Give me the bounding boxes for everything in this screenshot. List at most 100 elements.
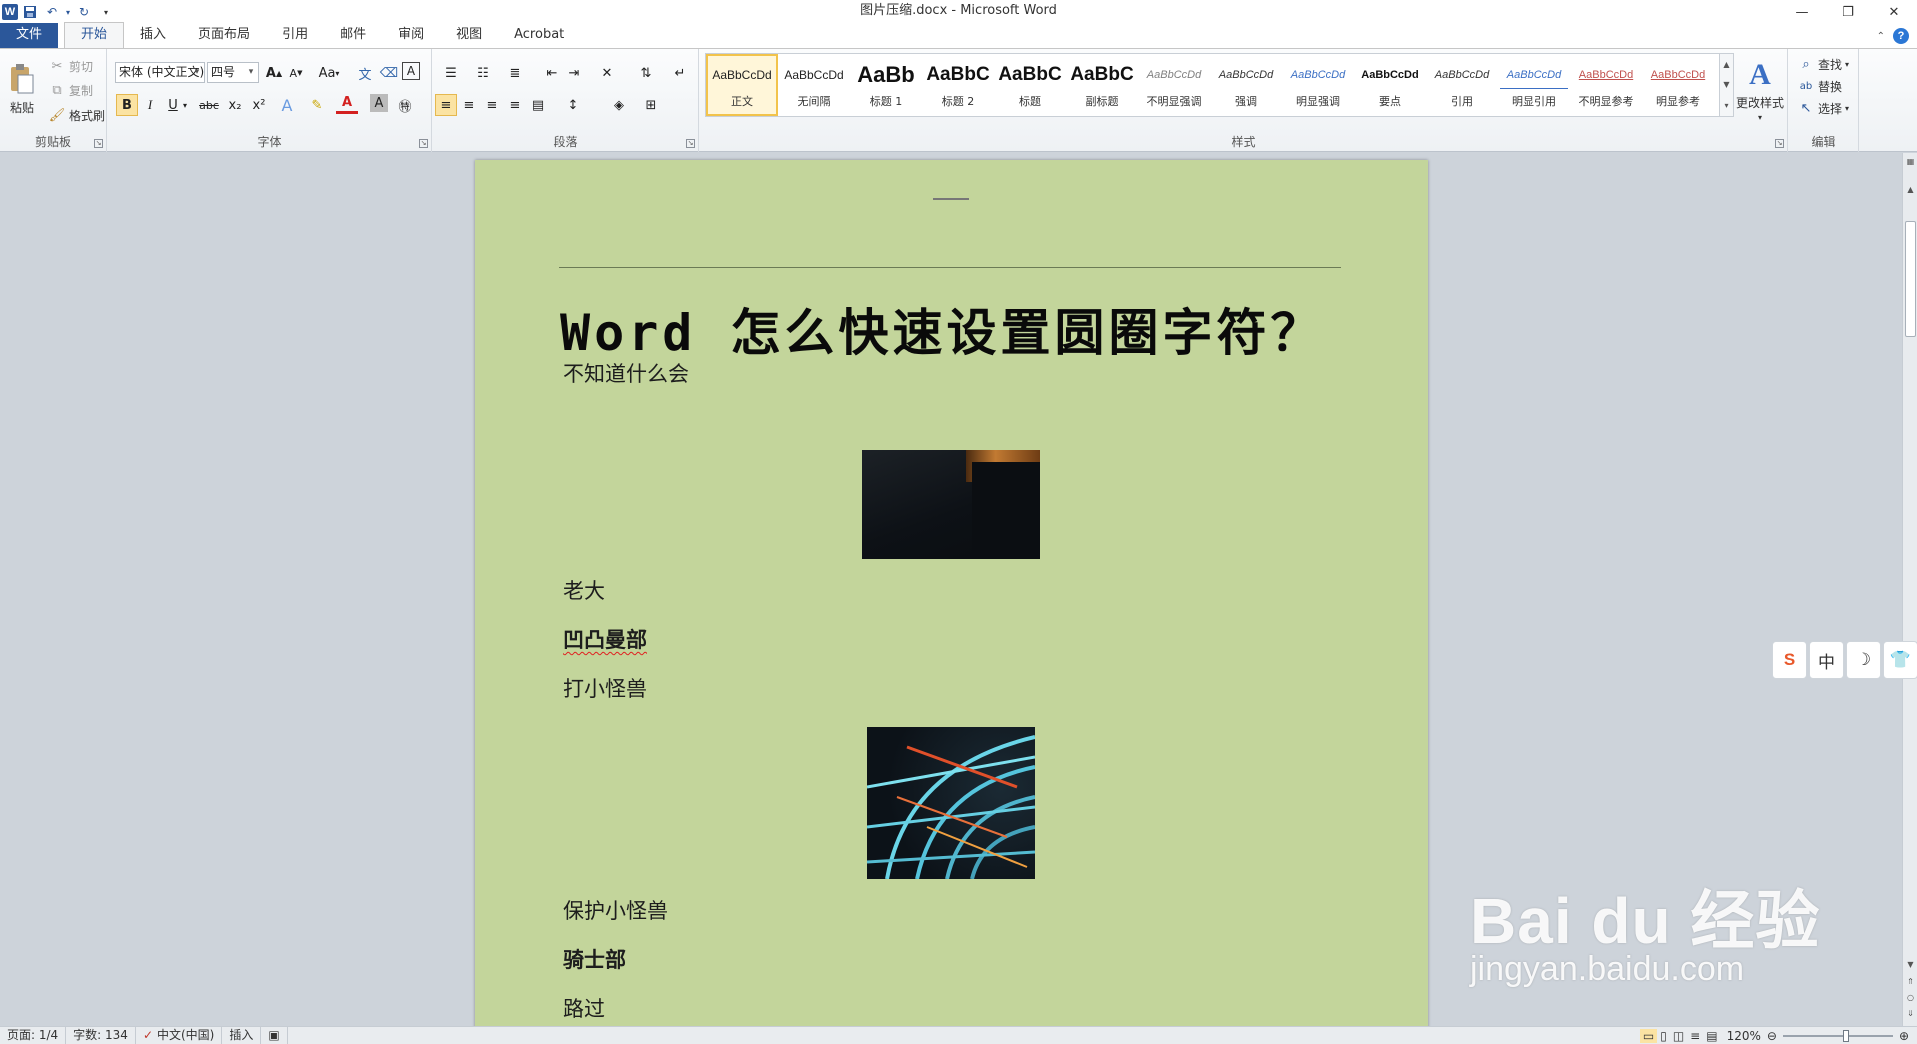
tab-insert[interactable]: 插入 xyxy=(124,23,182,48)
document-title[interactable]: Word 怎么快速设置圆圈字符？ xyxy=(560,293,1325,365)
ime-moon-icon[interactable]: ☽ xyxy=(1846,641,1881,679)
neon-tunnel-image[interactable] xyxy=(867,727,1035,879)
paragraph-4[interactable]: 打小怪兽 xyxy=(563,673,647,703)
decrease-indent-icon[interactable]: ⇤ xyxy=(541,62,563,84)
outline-view-icon[interactable]: ≡ xyxy=(1687,1029,1703,1043)
char-shading-icon[interactable]: A xyxy=(370,94,388,112)
italic-button[interactable]: I xyxy=(139,94,161,116)
paragraph-5[interactable]: 保护小怪兽 xyxy=(563,895,668,925)
style-item[interactable]: AaBbCcDd 正文 xyxy=(706,54,778,116)
paragraph-3[interactable]: 凹凸曼部 xyxy=(563,624,647,654)
shrink-font-button[interactable]: A ▼ xyxy=(285,62,307,84)
style-item[interactable]: AaBbCcDd 引用 xyxy=(1426,54,1498,116)
tab-page-layout[interactable]: 页面布局 xyxy=(182,23,266,48)
ime-language-toggle[interactable]: 中 xyxy=(1809,641,1844,679)
undo-dropdown-icon[interactable]: ▾ xyxy=(64,2,72,22)
clipboard-launcher-icon[interactable]: ↘ xyxy=(94,139,103,148)
proofing-status[interactable]: ✓ 中文(中国) xyxy=(136,1026,223,1044)
styles-gallery-scroll[interactable]: ▲ ▼ ▾ xyxy=(1720,53,1734,117)
draft-view-icon[interactable]: ▤ xyxy=(1703,1029,1720,1043)
bold-button[interactable]: B xyxy=(116,94,138,116)
replace-button[interactable]: ab 替换 xyxy=(1797,75,1842,97)
macro-record-icon[interactable]: ▣ xyxy=(261,1026,288,1044)
subscript-button[interactable]: x₂ xyxy=(224,94,246,116)
zoom-level[interactable]: 120% xyxy=(1721,1029,1767,1043)
font-launcher-icon[interactable]: ↘ xyxy=(419,139,428,148)
tab-acrobat[interactable]: Acrobat xyxy=(498,23,580,48)
scroll-thumb[interactable] xyxy=(1905,221,1916,337)
previous-page-icon[interactable]: ⇑ xyxy=(1903,975,1917,989)
enclose-characters-icon[interactable]: ㊕ xyxy=(394,94,416,116)
word-count-status[interactable]: 字数: 134 xyxy=(66,1026,136,1044)
restore-button[interactable]: ❐ xyxy=(1825,0,1871,24)
tab-mailings[interactable]: 邮件 xyxy=(324,23,382,48)
grow-font-button[interactable]: A ▲ xyxy=(263,62,285,84)
align-right-button[interactable]: ≡ xyxy=(481,94,503,116)
document-page[interactable]: Word 怎么快速设置圆圈字符？ 不知道什么会 老大 凹凸曼部 打小怪兽 保护小… xyxy=(475,160,1428,1026)
tab-view[interactable]: 视图 xyxy=(440,23,498,48)
style-item[interactable]: AaBbCcDd 不明显强调 xyxy=(1138,54,1210,116)
superscript-button[interactable]: x² xyxy=(248,94,270,116)
zoom-slider[interactable] xyxy=(1782,1029,1893,1042)
clear-format-icon[interactable]: ⌫ xyxy=(378,62,400,84)
style-item[interactable]: AaBbCcDd 要点 xyxy=(1354,54,1426,116)
web-layout-icon[interactable]: ◫ xyxy=(1670,1029,1687,1043)
save-icon[interactable] xyxy=(20,2,40,22)
scroll-up-icon[interactable]: ▲ xyxy=(1903,183,1917,197)
full-screen-reading-icon[interactable]: ▯ xyxy=(1657,1029,1670,1043)
style-item[interactable]: AaBb 标题 1 xyxy=(850,54,922,116)
undo-icon[interactable]: ↶ xyxy=(42,2,62,22)
vertical-scrollbar[interactable]: ▦ ▲ ▼ ⇑ ○ ⇓ xyxy=(1902,153,1917,1026)
sogou-logo-icon[interactable]: S xyxy=(1772,641,1807,679)
style-item[interactable]: AaBbCcDd 无间隔 xyxy=(778,54,850,116)
bullets-icon[interactable]: ☰ xyxy=(437,62,465,84)
font-name-combo[interactable]: 宋体 (中文正文) ▾ xyxy=(115,62,205,83)
borders-icon[interactable]: ⊞ xyxy=(637,94,665,116)
shading-icon[interactable]: ◈ xyxy=(605,94,633,116)
style-item[interactable]: AaBbCcDd 强调 xyxy=(1210,54,1282,116)
tab-references[interactable]: 引用 xyxy=(266,23,324,48)
paragraph-6[interactable]: 骑士部 xyxy=(563,944,626,974)
page-count-status[interactable]: 页面: 1/4 xyxy=(0,1026,67,1044)
font-color-icon[interactable]: A xyxy=(336,94,358,114)
char-border-icon[interactable]: A xyxy=(402,62,420,80)
zoom-slider-knob[interactable] xyxy=(1842,1029,1849,1042)
paragraph-1[interactable]: 不知道什么会 xyxy=(563,358,689,388)
print-layout-view-icon[interactable]: ▭ xyxy=(1639,1028,1658,1043)
sort-icon[interactable]: ⇅ xyxy=(635,62,657,84)
dark-room-image[interactable] xyxy=(862,450,1040,559)
distributed-button[interactable]: ▤ xyxy=(527,94,549,116)
customize-qat-icon[interactable]: ▾ xyxy=(96,2,116,22)
text-effects-icon[interactable]: A xyxy=(276,94,298,116)
style-item[interactable]: AaBbCcDd 明显引用 xyxy=(1498,54,1570,116)
copy-button[interactable]: ⧉ 复制 xyxy=(48,79,93,101)
styles-launcher-icon[interactable]: ↘ xyxy=(1775,139,1784,148)
tab-file[interactable]: 文件 xyxy=(0,23,59,48)
underline-dropdown-icon[interactable]: ▾ xyxy=(180,94,190,116)
ime-skin-icon[interactable]: 👕 xyxy=(1883,641,1917,679)
ribbon-minimize-icon[interactable]: ⌃ xyxy=(1877,31,1885,42)
align-left-button[interactable]: ≡ xyxy=(435,94,457,116)
font-size-combo[interactable]: 四号 ▾ xyxy=(207,62,259,83)
browse-object-icon[interactable]: ○ xyxy=(1903,991,1917,1005)
increase-indent-icon[interactable]: ⇥ xyxy=(563,62,585,84)
scroll-down-icon[interactable]: ▼ xyxy=(1903,958,1917,972)
change-case-button[interactable]: Aa ▾ xyxy=(315,62,343,84)
select-button[interactable]: ↖ 选择 ▾ xyxy=(1797,97,1849,119)
chinese-layout-icon[interactable]: ✕ xyxy=(593,62,621,84)
zoom-out-icon[interactable]: ⊖ xyxy=(1767,1029,1777,1043)
style-item[interactable]: AaBbCcDd 不明显参考 xyxy=(1570,54,1642,116)
multilevel-list-icon[interactable]: ≣ xyxy=(501,62,529,84)
paragraph-launcher-icon[interactable]: ↘ xyxy=(686,139,695,148)
tab-review[interactable]: 审阅 xyxy=(382,23,440,48)
style-item[interactable]: AaBbC 标题 2 xyxy=(922,54,994,116)
help-icon[interactable]: ? xyxy=(1893,28,1909,44)
next-page-icon[interactable]: ⇓ xyxy=(1903,1007,1917,1021)
line-spacing-icon[interactable]: ↕ xyxy=(559,94,587,116)
minimize-button[interactable]: — xyxy=(1779,0,1825,24)
change-styles-button[interactable]: A 更改样式 ▾ xyxy=(1736,55,1784,125)
justify-button[interactable]: ≡ xyxy=(504,94,526,116)
numbering-icon[interactable]: ☷ xyxy=(469,62,497,84)
highlight-icon[interactable]: ✎ xyxy=(306,94,328,116)
align-center-button[interactable]: ≡ xyxy=(458,94,480,116)
